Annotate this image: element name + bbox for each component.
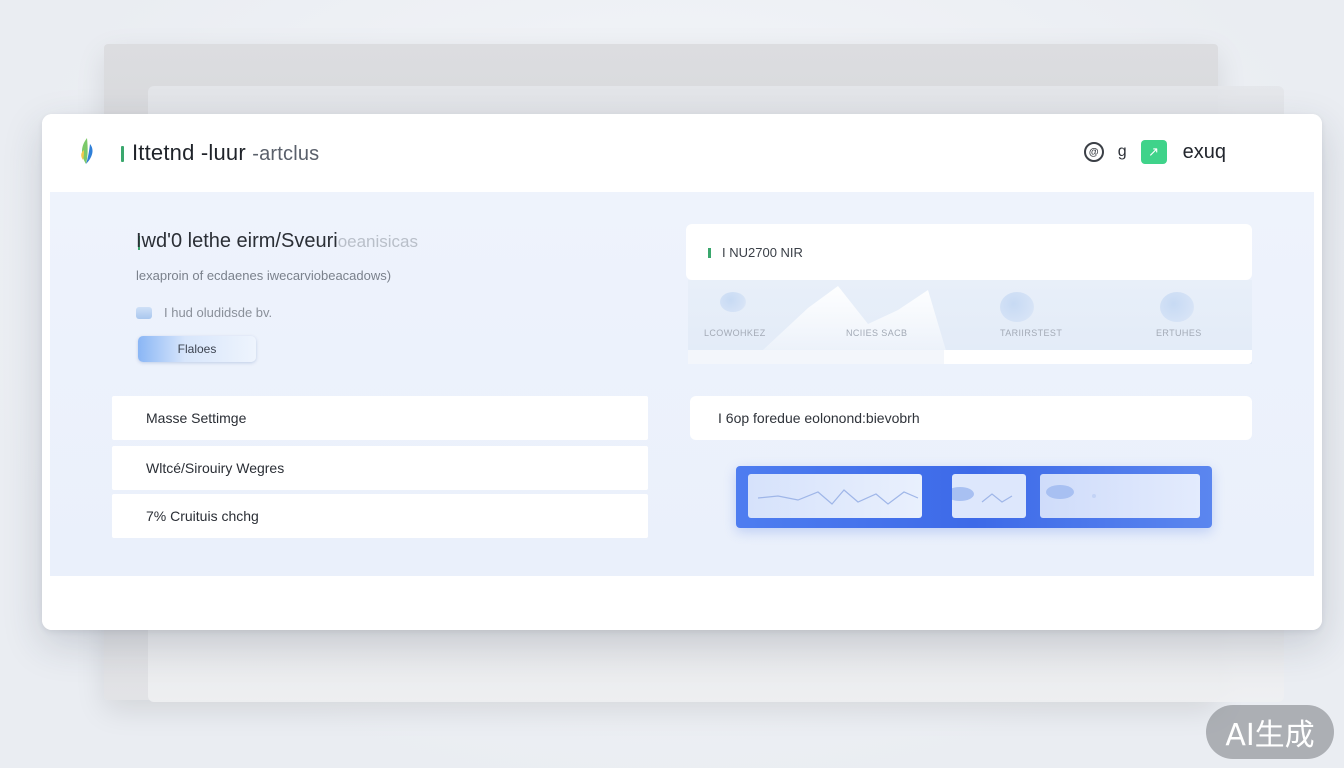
stat-label-2: NCIIES SACB — [846, 328, 908, 338]
header: Ittetnd -luur -artclus @ ɡ ↗ exuq — [42, 114, 1322, 192]
section-description: lexaproin of ecdaenes iwecarviobeacadows… — [136, 268, 392, 283]
timeline-segment-2[interactable] — [946, 474, 1026, 518]
stats-footer-right — [944, 350, 1252, 364]
cloud-shape-icon-2 — [1046, 485, 1096, 499]
stats-footer-left — [688, 350, 944, 364]
heading-faded: oeanisicas — [337, 232, 419, 251]
header-actions: @ ɡ ↗ exuq — [1083, 140, 1226, 164]
account-circle-icon[interactable]: @ — [1083, 142, 1104, 162]
stage: Ittetnd -luur -artclus @ ɡ ↗ exuq Iwd'0 … — [0, 0, 1344, 768]
app-title-main: Ittetnd -luur — [132, 140, 246, 165]
hint-row: I hud oludidsde bv. — [136, 305, 272, 320]
title-accent-mark — [121, 146, 124, 162]
stat-label-4: ERTUHES — [1156, 328, 1202, 338]
app-title: Ittetnd -luur -artclus — [132, 140, 319, 166]
timeline-segment-3[interactable] — [1040, 474, 1200, 518]
stats-card-header[interactable]: I NU2700 NIR — [686, 224, 1252, 280]
app-title-sub: -artclus — [252, 143, 320, 165]
app-window: Ittetnd -luur -artclus @ ɡ ↗ exuq Iwd'0 … — [42, 114, 1322, 630]
content-area: Iwd'0 lethe eirm/Sveurioeanisicas lexapr… — [50, 192, 1314, 576]
stat-blob-2 — [1000, 292, 1034, 322]
hint-text: I hud oludidsde bv. — [164, 305, 273, 320]
user-label[interactable]: exuq — [1183, 141, 1226, 164]
list-item-cruituis[interactable]: 7% Cruituis chchg — [112, 494, 648, 538]
section-heading: Iwd'0 lethe eirm/Sveurioeanisicas — [136, 230, 418, 253]
primary-pill-button[interactable]: Flaloes — [138, 336, 256, 362]
list-item-settings[interactable]: Masse Settimge — [112, 396, 648, 440]
list-item-security[interactable]: Wltcé/Sirouiry Wegres — [112, 446, 648, 490]
heading-main: Iwd'0 lethe eirm/Sveuri — [136, 230, 338, 252]
stats-card-accent-mark — [708, 248, 711, 258]
cloud-icon — [136, 306, 152, 319]
activity-card-header[interactable]: I 6op foredue eolonond:bievobrh — [690, 396, 1252, 440]
stat-blob-1 — [720, 292, 746, 312]
window-footer — [42, 576, 1322, 630]
timeline-segment-1[interactable] — [748, 474, 922, 518]
stat-blob-3 — [1160, 292, 1194, 322]
leaf-logo-icon — [81, 138, 93, 164]
media-timeline-bar[interactable] — [736, 466, 1212, 528]
ai-generated-watermark: AI生成 — [1206, 705, 1334, 759]
notification-icon[interactable]: ɡ — [1118, 143, 1127, 161]
cloud-shape-icon — [946, 487, 1013, 503]
stat-label-3: TARIIRSTEST — [1000, 328, 1063, 338]
waveform-icon — [757, 489, 919, 505]
export-icon[interactable]: ↗ — [1140, 140, 1167, 164]
stat-label-1: LCOWOHKEZ — [704, 328, 766, 338]
